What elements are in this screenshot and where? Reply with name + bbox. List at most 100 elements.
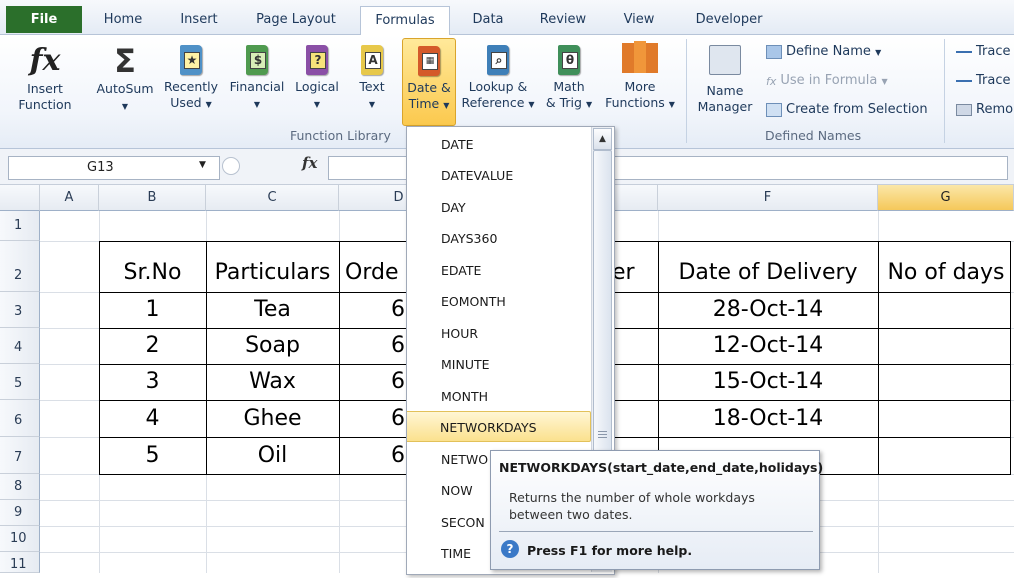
lookup-reference-button[interactable]: ⌕ Lookup & Reference ▼: [458, 41, 538, 113]
table-cell[interactable]: 15-Oct-14: [658, 365, 878, 399]
financial-button[interactable]: $ Financial ▼: [224, 41, 290, 113]
tab-formulas[interactable]: Formulas: [360, 6, 450, 35]
insert-function-button[interactable]: fx Insert Function: [10, 41, 80, 113]
scroll-up-arrow-icon[interactable]: ▲: [593, 128, 612, 150]
row-header[interactable]: 2: [0, 241, 40, 292]
tooltip-divider: [499, 531, 813, 532]
tab-insert[interactable]: Insert: [166, 6, 232, 33]
define-name-button[interactable]: Define Name ▼: [766, 44, 881, 59]
table-header-date-of-delivery[interactable]: Date of Delivery: [658, 256, 878, 290]
name-box[interactable]: G13 ▼: [8, 156, 220, 180]
table-header-srno[interactable]: Sr.No: [99, 256, 206, 290]
select-all-corner[interactable]: [0, 185, 40, 211]
table-cell[interactable]: Wax: [206, 365, 339, 399]
trace-precedents-button[interactable]: Trace: [956, 44, 1011, 59]
use-in-formula-button[interactable]: fx Use in Formula ▼: [766, 73, 888, 88]
table-cell[interactable]: 12-Oct-14: [658, 329, 878, 363]
sigma-icon: Σ: [114, 42, 136, 80]
table-header-no-of-days[interactable]: No of days: [878, 256, 1014, 290]
tab-developer[interactable]: Developer: [684, 6, 774, 33]
row-header[interactable]: 6: [0, 400, 40, 437]
table-cell[interactable]: 1: [99, 293, 206, 327]
menu-item-month[interactable]: MONTH: [407, 381, 593, 412]
menu-item-eomonth[interactable]: EOMONTH: [407, 286, 593, 317]
more-functions-button[interactable]: More Functions ▼: [600, 41, 680, 113]
logical-button[interactable]: ? Logical ▼: [290, 41, 344, 113]
tab-review[interactable]: Review: [528, 6, 598, 33]
row-header[interactable]: 8: [0, 474, 40, 500]
tab-file[interactable]: File: [6, 6, 82, 33]
tab-home[interactable]: Home: [92, 6, 154, 33]
menu-item-days360[interactable]: DAYS360: [407, 223, 593, 254]
trace-arrow-icon: [956, 50, 972, 53]
tab-data[interactable]: Data: [460, 6, 516, 33]
menu-item-date[interactable]: DATE: [407, 129, 593, 160]
text-button[interactable]: A Text ▼: [350, 41, 394, 113]
table-header-order-date[interactable]: er: [612, 256, 658, 290]
row-header[interactable]: 1: [0, 211, 40, 241]
column-header-g[interactable]: G: [878, 185, 1014, 211]
table-cell[interactable]: 6: [339, 439, 405, 473]
table-header-particulars[interactable]: Particulars: [206, 256, 339, 290]
table-cell[interactable]: 5: [99, 439, 206, 473]
tab-page-layout[interactable]: Page Layout: [246, 6, 346, 33]
row-header[interactable]: 10: [0, 526, 40, 552]
scroll-thumb[interactable]: [593, 150, 612, 452]
table-cell[interactable]: 28-Oct-14: [658, 293, 878, 327]
text-book-icon: A: [361, 45, 383, 75]
table-header-order[interactable]: Orde: [339, 256, 411, 290]
trace-dependents-button[interactable]: Trace: [956, 73, 1011, 88]
date-time-button[interactable]: ▦ Date & Time ▼: [402, 38, 456, 126]
group-separator: [686, 39, 687, 143]
menu-item-day[interactable]: DAY: [407, 192, 593, 223]
table-cell[interactable]: 6: [339, 365, 405, 399]
menu-item-edate[interactable]: EDATE: [407, 255, 593, 286]
chevron-down-icon: ▼: [121, 102, 129, 111]
menu-item-minute[interactable]: MINUTE: [407, 349, 593, 380]
table-cell[interactable]: 6: [339, 402, 405, 436]
name-manager-button[interactable]: Name Manager: [694, 41, 756, 115]
fx-small-icon: fx: [766, 74, 777, 88]
create-from-selection-button[interactable]: Create from Selection: [766, 102, 928, 117]
lookup-book-icon: ⌕: [487, 45, 509, 75]
table-cell[interactable]: 4: [99, 402, 206, 436]
column-header-a[interactable]: A: [40, 185, 99, 211]
table-cell[interactable]: 3: [99, 365, 206, 399]
table-cell[interactable]: Soap: [206, 329, 339, 363]
chevron-down-icon: ▼: [875, 48, 882, 57]
column-header-f[interactable]: F: [658, 185, 878, 211]
table-cell[interactable]: 6: [339, 329, 405, 363]
menu-item-hour[interactable]: HOUR: [407, 318, 593, 349]
table-cell[interactable]: 18-Oct-14: [658, 402, 878, 436]
row-header[interactable]: 11: [0, 552, 40, 573]
insert-function-fx-icon[interactable]: fx: [302, 154, 317, 172]
recently-used-button[interactable]: ★ Recently Used ▼: [160, 41, 222, 113]
remove-arrows-button[interactable]: Remo: [956, 102, 1013, 117]
column-header-c[interactable]: C: [206, 185, 339, 211]
row-header[interactable]: 3: [0, 292, 40, 328]
financial-book-icon: $: [246, 45, 268, 75]
table-cell[interactable]: 6: [339, 293, 405, 327]
math-book-icon: θ: [558, 45, 580, 75]
tag-icon: [766, 44, 782, 59]
row-header[interactable]: 9: [0, 500, 40, 526]
chevron-down-icon: ▼: [443, 101, 450, 110]
table-cell[interactable]: Tea: [206, 293, 339, 327]
row-header[interactable]: 5: [0, 364, 40, 400]
eraser-icon: [956, 103, 972, 116]
menu-item-datevalue[interactable]: DATEVALUE: [407, 160, 593, 191]
table-cell[interactable]: Ghee: [206, 402, 339, 436]
table-cell[interactable]: 2: [99, 329, 206, 363]
tab-view[interactable]: View: [608, 6, 670, 33]
column-header-b[interactable]: B: [99, 185, 206, 211]
table-cell[interactable]: Oil: [206, 439, 339, 473]
autosum-button[interactable]: Σ AutoSum ▼: [92, 41, 158, 115]
menu-item-networkdays[interactable]: NETWORKDAYS: [407, 411, 591, 442]
row-header[interactable]: 4: [0, 328, 40, 364]
trace-arrow-icon: [956, 79, 972, 82]
ribbon-tab-bar: File Home Insert Page Layout Formulas Da…: [0, 0, 1014, 35]
chevron-down-icon: ▼: [528, 100, 535, 109]
circle-icon: [222, 157, 240, 175]
row-header[interactable]: 7: [0, 437, 40, 474]
math-trig-button[interactable]: θ Math & Trig ▼: [540, 41, 598, 113]
